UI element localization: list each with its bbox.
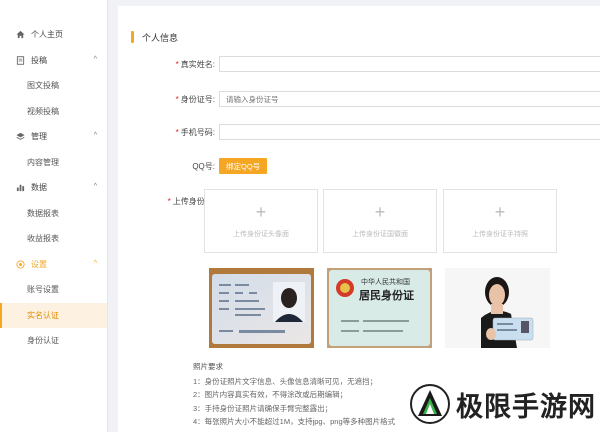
sidebar-item-account-settings[interactable]: 账号设置 bbox=[0, 277, 107, 303]
phone-label: * 手机号码: bbox=[175, 127, 215, 137]
sidebar-item-label: 内容管理 bbox=[27, 157, 59, 167]
bar-chart-icon bbox=[16, 183, 25, 192]
sidebar: 个人主页 投稿 ^ 图文投稿 视频投稿 管理 ^ 内容管理 数据 ^ 数据报表 … bbox=[0, 0, 108, 432]
sidebar-item-label: 数据 bbox=[31, 183, 47, 193]
sidebar-item-label: 身份认证 bbox=[27, 336, 59, 346]
id-number-label: * 身份证号: bbox=[175, 94, 215, 104]
sidebar-group-submit[interactable]: 投稿 ^ bbox=[0, 48, 107, 74]
upload-id-front-box[interactable]: + 上传身份证头像面 bbox=[204, 189, 318, 253]
watermark: 极限手游网 bbox=[402, 376, 600, 432]
chevron-up-icon: ^ bbox=[93, 132, 97, 139]
sidebar-item-real-name-auth[interactable]: 实名认证 bbox=[0, 302, 107, 328]
requirement-line: 4：每张照片大小不能超过1M，支持jpg、png等多种图片格式 bbox=[193, 417, 396, 426]
requirements-title: 照片要求 bbox=[193, 362, 223, 371]
photo-requirements: 照片要求 1：身份证照片文字信息、头像信息清晰可见，无遮挡； 2：图片内容真实有… bbox=[193, 360, 395, 429]
requirement-line: 3：手持身份证照片请确保手臂完整露出； bbox=[193, 403, 333, 413]
upload-id-back-box[interactable]: + 上传身份证国徽面 bbox=[323, 189, 437, 253]
sidebar-item-label: 设置 bbox=[31, 259, 47, 269]
sidebar-group-data[interactable]: 数据 ^ bbox=[0, 175, 107, 201]
upload-box-label: 上传身份证国徽面 bbox=[352, 231, 408, 238]
sidebar-item-label: 图文投稿 bbox=[27, 81, 59, 91]
section-title-text: 个人信息 bbox=[142, 32, 179, 43]
sidebar-item-home[interactable]: 个人主页 bbox=[0, 22, 107, 48]
upload-box-label: 上传身份证头像面 bbox=[233, 231, 289, 238]
form-row-id-number: * 身份证号: bbox=[118, 91, 600, 107]
upload-id-handheld-box[interactable]: + 上传身份证手持照 bbox=[443, 189, 557, 253]
sidebar-item-label: 收益报表 bbox=[27, 234, 59, 244]
bind-qq-button[interactable]: 绑定QQ号 bbox=[219, 158, 268, 174]
settings-icon bbox=[16, 260, 25, 269]
section-accent-bar bbox=[131, 31, 134, 43]
plus-icon: + bbox=[255, 202, 267, 222]
watermark-logo-icon bbox=[410, 384, 450, 424]
chevron-up-icon: ^ bbox=[93, 183, 97, 190]
form-row-real-name: * 真实姓名: bbox=[118, 56, 600, 72]
sidebar-item-data-report[interactable]: 数据报表 bbox=[0, 201, 107, 227]
sidebar-item-image-text-submit[interactable]: 图文投稿 bbox=[0, 73, 107, 99]
sidebar-group-settings[interactable]: 设置 ^ bbox=[0, 252, 107, 278]
required-mark: * bbox=[175, 127, 179, 137]
real-name-input[interactable] bbox=[219, 56, 600, 72]
sidebar-item-revenue-report[interactable]: 收益报表 bbox=[0, 226, 107, 252]
qq-label: QQ号: bbox=[192, 161, 215, 171]
chevron-up-icon: ^ bbox=[93, 55, 97, 63]
sidebar-item-label: 实名认证 bbox=[27, 310, 59, 320]
section-title: 个人信息 bbox=[131, 30, 178, 44]
sidebar-item-label: 视频投稿 bbox=[27, 106, 59, 116]
form-row-qq: QQ号: 绑定QQ号 bbox=[118, 158, 268, 174]
form-row-phone: * 手机号码: bbox=[118, 124, 600, 140]
sidebar-group-manage[interactable]: 管理 ^ bbox=[0, 124, 107, 150]
sidebar-item-label: 账号设置 bbox=[27, 285, 59, 295]
plus-icon: + bbox=[494, 202, 506, 222]
required-mark: * bbox=[167, 197, 171, 206]
layers-icon bbox=[16, 132, 25, 141]
requirement-line: 2：图片内容真实有效，不得涂改或后期编辑； bbox=[193, 390, 348, 399]
sidebar-item-identity-auth[interactable]: 身份认证 bbox=[0, 328, 107, 354]
phone-input[interactable] bbox=[219, 124, 600, 140]
required-mark: * bbox=[175, 59, 179, 69]
home-icon bbox=[16, 30, 25, 39]
plus-icon: + bbox=[374, 202, 386, 222]
sample-id-front-image bbox=[209, 268, 314, 348]
main-panel: 个人信息 *真实姓名: *身份证号: *手机号码: QQ号: 绑定QQ号 * 上传… bbox=[118, 6, 600, 432]
sidebar-item-label: 数据报表 bbox=[27, 208, 59, 218]
sample-back-title-small: 中华人民共和国 bbox=[361, 277, 410, 286]
real-name-label: * 真实姓名: bbox=[175, 59, 215, 69]
watermark-text: 极限手游网 bbox=[456, 391, 596, 423]
sidebar-item-label: 投稿 bbox=[31, 55, 47, 65]
sidebar-item-label: 管理 bbox=[31, 132, 47, 142]
sidebar-item-video-submit[interactable]: 视频投稿 bbox=[0, 99, 107, 125]
sample-back-title-large: 居民身份证 bbox=[359, 288, 414, 302]
chevron-up-icon: ^ bbox=[93, 259, 97, 267]
id-number-input[interactable] bbox=[219, 91, 600, 107]
sidebar-item-content-manage[interactable]: 内容管理 bbox=[0, 150, 107, 176]
upload-box-label: 上传身份证手持照 bbox=[472, 231, 528, 238]
sample-id-handheld-image bbox=[445, 268, 550, 348]
sample-id-back-image: 中华人民共和国 居民身份证 bbox=[327, 268, 432, 348]
sidebar-item-label: 个人主页 bbox=[31, 30, 63, 40]
requirement-line: 1：身份证照片文字信息、头像信息清晰可见，无遮挡； bbox=[193, 376, 378, 386]
document-icon bbox=[16, 56, 25, 65]
required-mark: * bbox=[175, 94, 179, 104]
